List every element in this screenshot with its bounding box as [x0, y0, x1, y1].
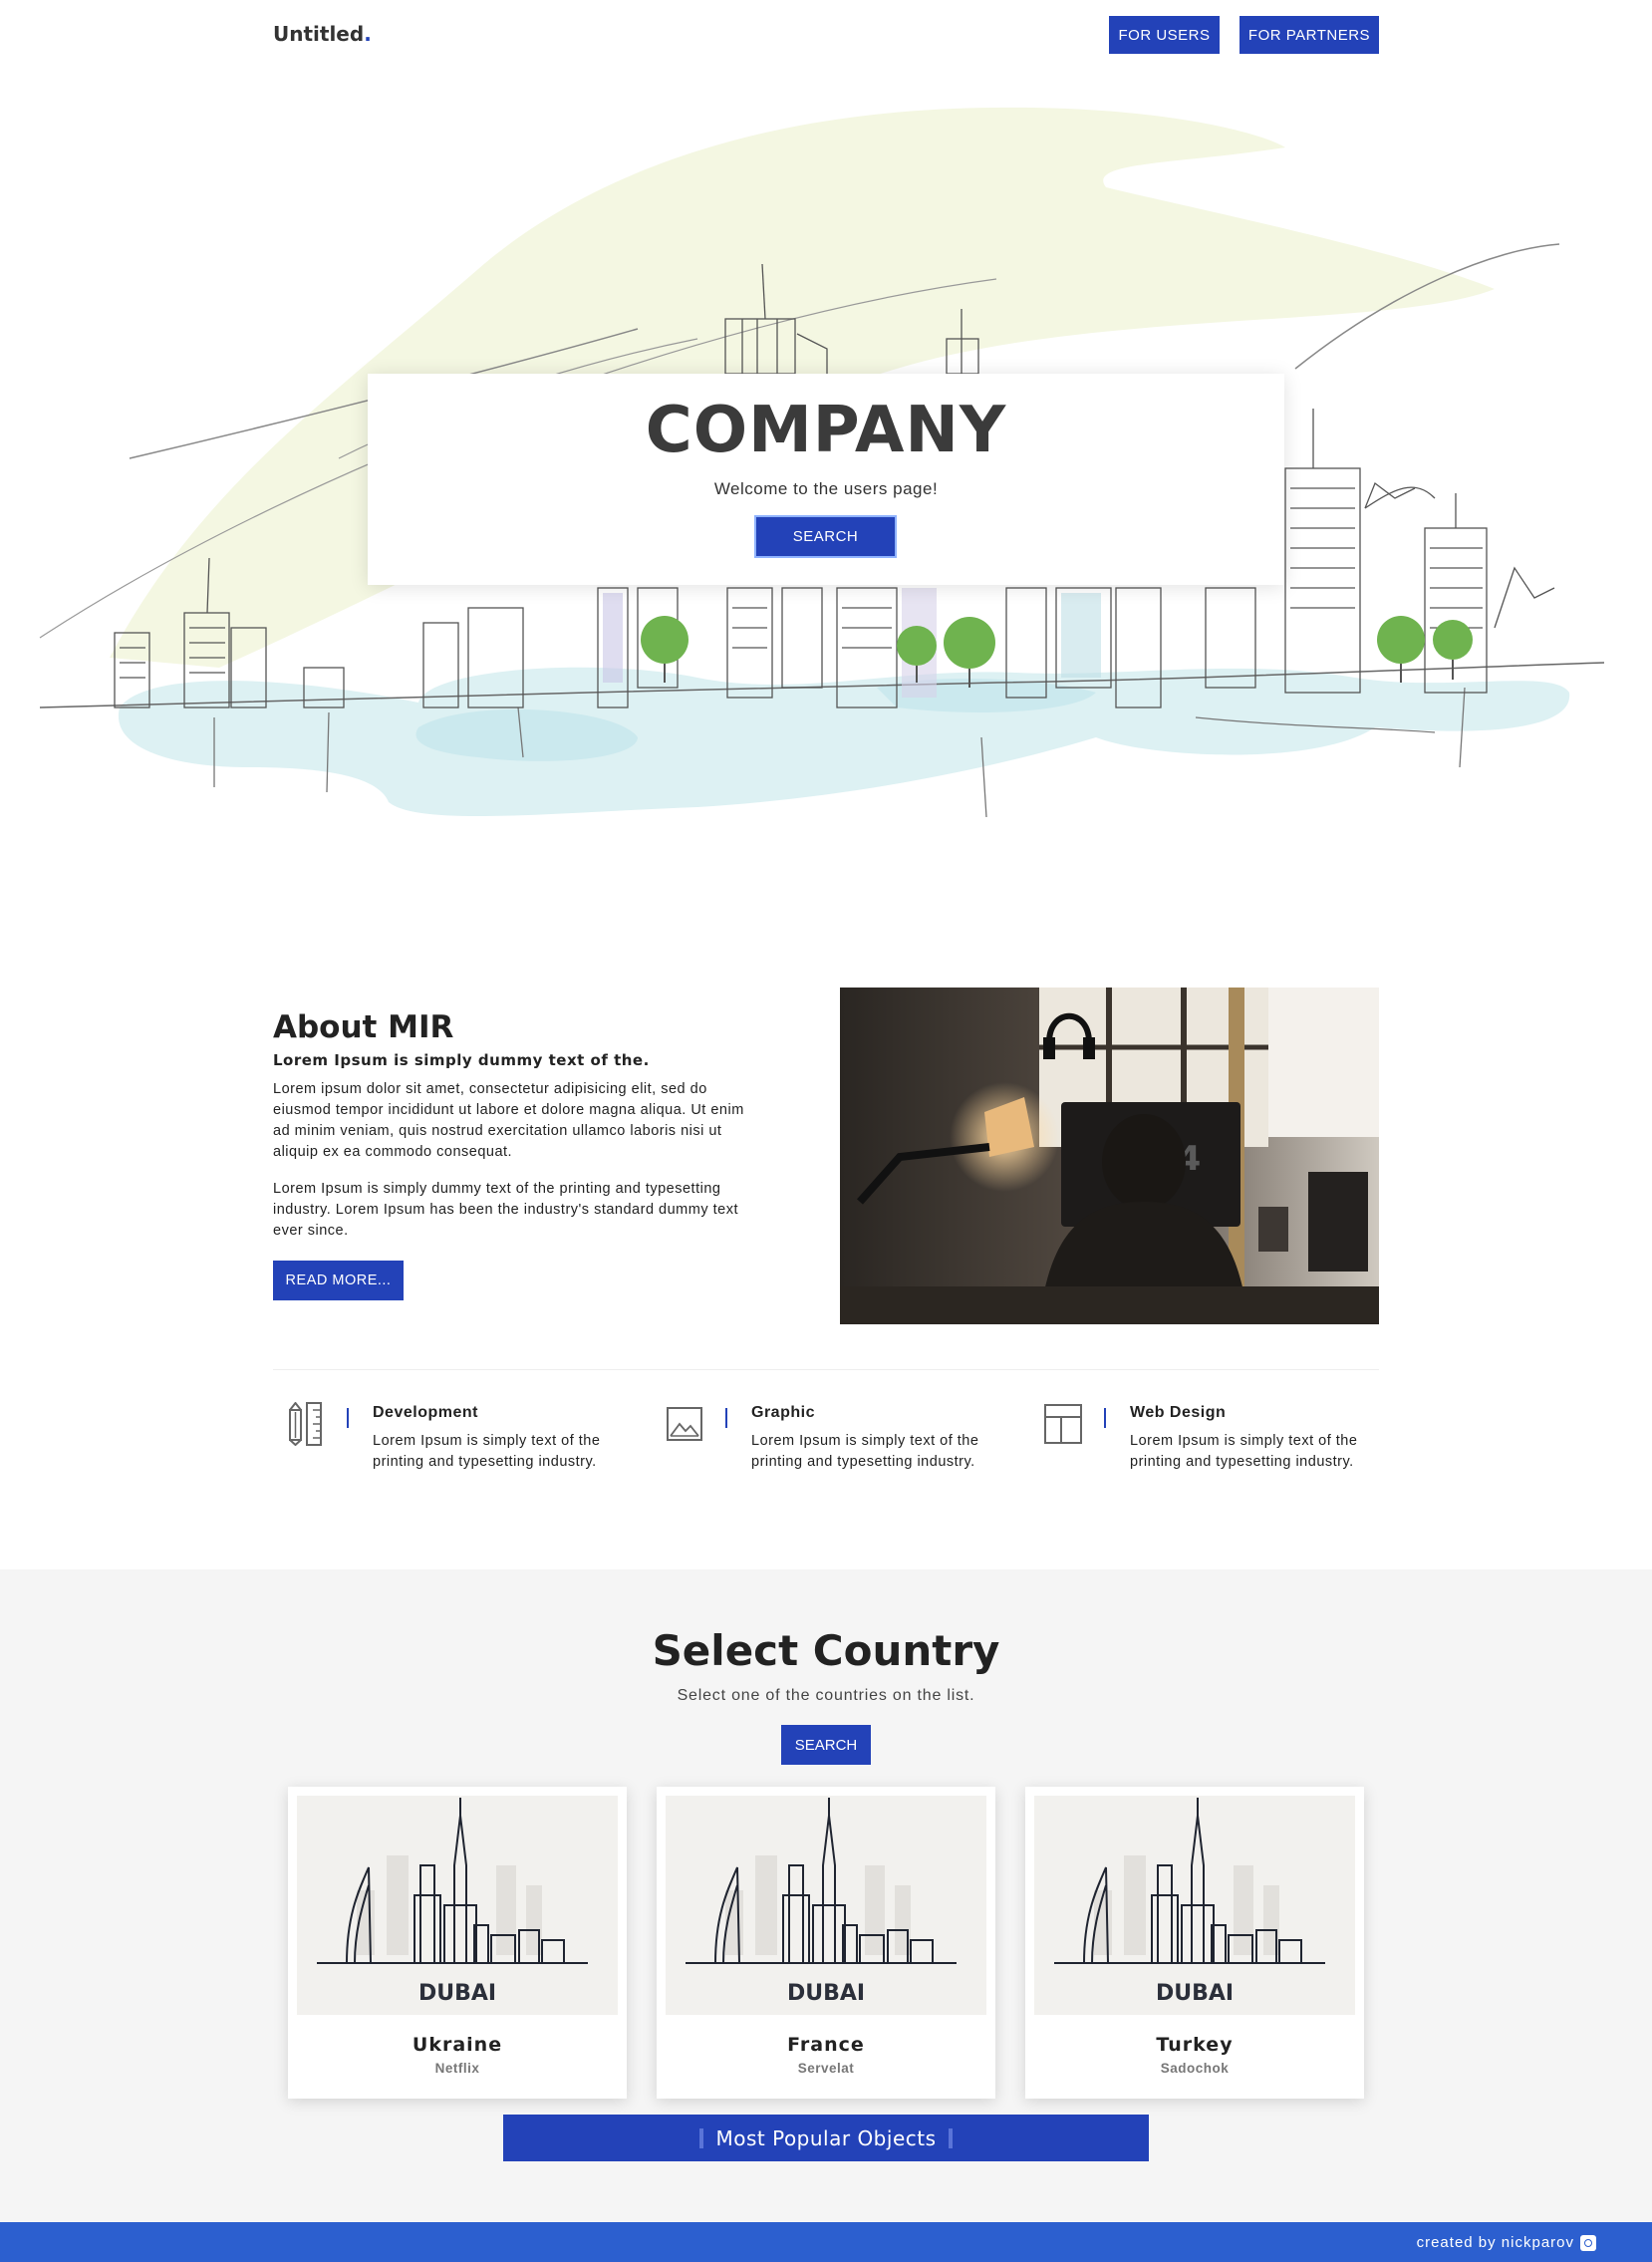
country-card-image: DUBAI: [1034, 1796, 1355, 2015]
most-popular-objects-label: Most Popular Objects: [715, 2125, 937, 2150]
hero-title: COMPANY: [645, 394, 1007, 467]
feature-title: Graphic: [751, 1404, 815, 1421]
feature-text: Lorem Ipsum is simply text of the printi…: [373, 1433, 601, 1470]
about-paragraph-1: Lorem ipsum dolor sit amet, consectetur …: [273, 1081, 744, 1160]
brand-dot: .: [364, 22, 372, 46]
ruler-pencil-icon: [289, 1402, 322, 1446]
hero-card: COMPANY Welcome to the users page! SEARC…: [368, 374, 1284, 585]
country-card-image-caption: DUBAI: [418, 1981, 496, 2006]
hero-subtitle: Welcome to the users page!: [713, 479, 939, 498]
country-card-image: DUBAI: [297, 1796, 618, 2015]
feature-web-design: Web Design Lorem Ipsum is simply text of…: [1030, 1400, 1389, 1500]
country-name: Turkey: [1156, 2034, 1234, 2056]
country-subtitle: Servelat: [797, 2061, 855, 2076]
popular-accent-bar-right: [948, 2127, 953, 2148]
popular-accent-bar-left: [699, 2127, 704, 2148]
feature-accent-bar: [1104, 1408, 1106, 1428]
footer-credit-text: created by nickparov: [1416, 2234, 1574, 2251]
select-country-subtitle: Select one of the countries on the list.: [677, 1687, 975, 1704]
most-popular-objects-button[interactable]: Most Popular Objects: [503, 2115, 1149, 2161]
select-country-title: Select Country: [652, 1626, 1000, 1675]
country-card-ukraine[interactable]: DUBAI Ukraine Netflix: [288, 1787, 627, 2099]
country-card-turkey[interactable]: DUBAI Turkey Sadochok: [1025, 1787, 1364, 2099]
footer-credit[interactable]: created by nickparov: [1417, 2234, 1596, 2251]
hero-section: COMPANY Welcome to the users page! SEARC…: [0, 70, 1652, 847]
feature-development: Development Lorem Ipsum is simply text o…: [273, 1400, 632, 1500]
read-more-button[interactable]: READ MORE...: [273, 1261, 404, 1300]
feature-text: Lorem Ipsum is simply text of the printi…: [1130, 1433, 1358, 1470]
for-partners-button[interactable]: FOR PARTNERS: [1239, 16, 1379, 54]
country-subtitle: Sadochok: [1160, 2061, 1230, 2076]
image-icon: [667, 1407, 702, 1441]
country-card-image-caption: DUBAI: [1156, 1981, 1234, 2006]
country-card-france[interactable]: DUBAI France Servelat: [657, 1787, 995, 2099]
about-paragraph-2: Lorem Ipsum is simply dummy text of the …: [273, 1181, 738, 1239]
country-name: France: [787, 2034, 865, 2056]
brand-name: Untitled: [273, 22, 365, 46]
select-country-section: Select Country Select one of the countri…: [0, 1569, 1652, 2222]
layout-icon: [1044, 1404, 1082, 1444]
for-users-button[interactable]: FOR USERS: [1109, 16, 1220, 54]
hero-search-button[interactable]: SEARCH: [754, 515, 897, 558]
footer: created by nickparov: [0, 2222, 1652, 2262]
country-card-image: DUBAI: [666, 1796, 986, 2015]
feature-text: Lorem Ipsum is simply text of the printi…: [751, 1433, 979, 1470]
feature-graphic: Graphic Lorem Ipsum is simply text of th…: [652, 1400, 1010, 1500]
country-search-button[interactable]: SEARCH: [781, 1725, 871, 1765]
about-photo: 54: [840, 988, 1379, 1324]
about-lead: Lorem Ipsum is simply dummy text of the.: [273, 1051, 650, 1069]
feature-title: Development: [373, 1404, 478, 1421]
about-title: About MIR: [273, 1009, 454, 1045]
feature-title: Web Design: [1130, 1404, 1227, 1421]
feature-accent-bar: [725, 1408, 727, 1428]
feature-accent-bar: [347, 1408, 349, 1428]
country-name: Ukraine: [412, 2034, 503, 2056]
country-card-image-caption: DUBAI: [787, 1981, 865, 2006]
country-subtitle: Netflix: [434, 2061, 480, 2076]
brand-logo[interactable]: Untitled.: [273, 22, 372, 46]
instagram-icon[interactable]: [1580, 2234, 1596, 2251]
section-divider: [273, 1369, 1379, 1370]
top-navbar: Untitled. FOR USERS FOR PARTNERS: [0, 0, 1652, 70]
